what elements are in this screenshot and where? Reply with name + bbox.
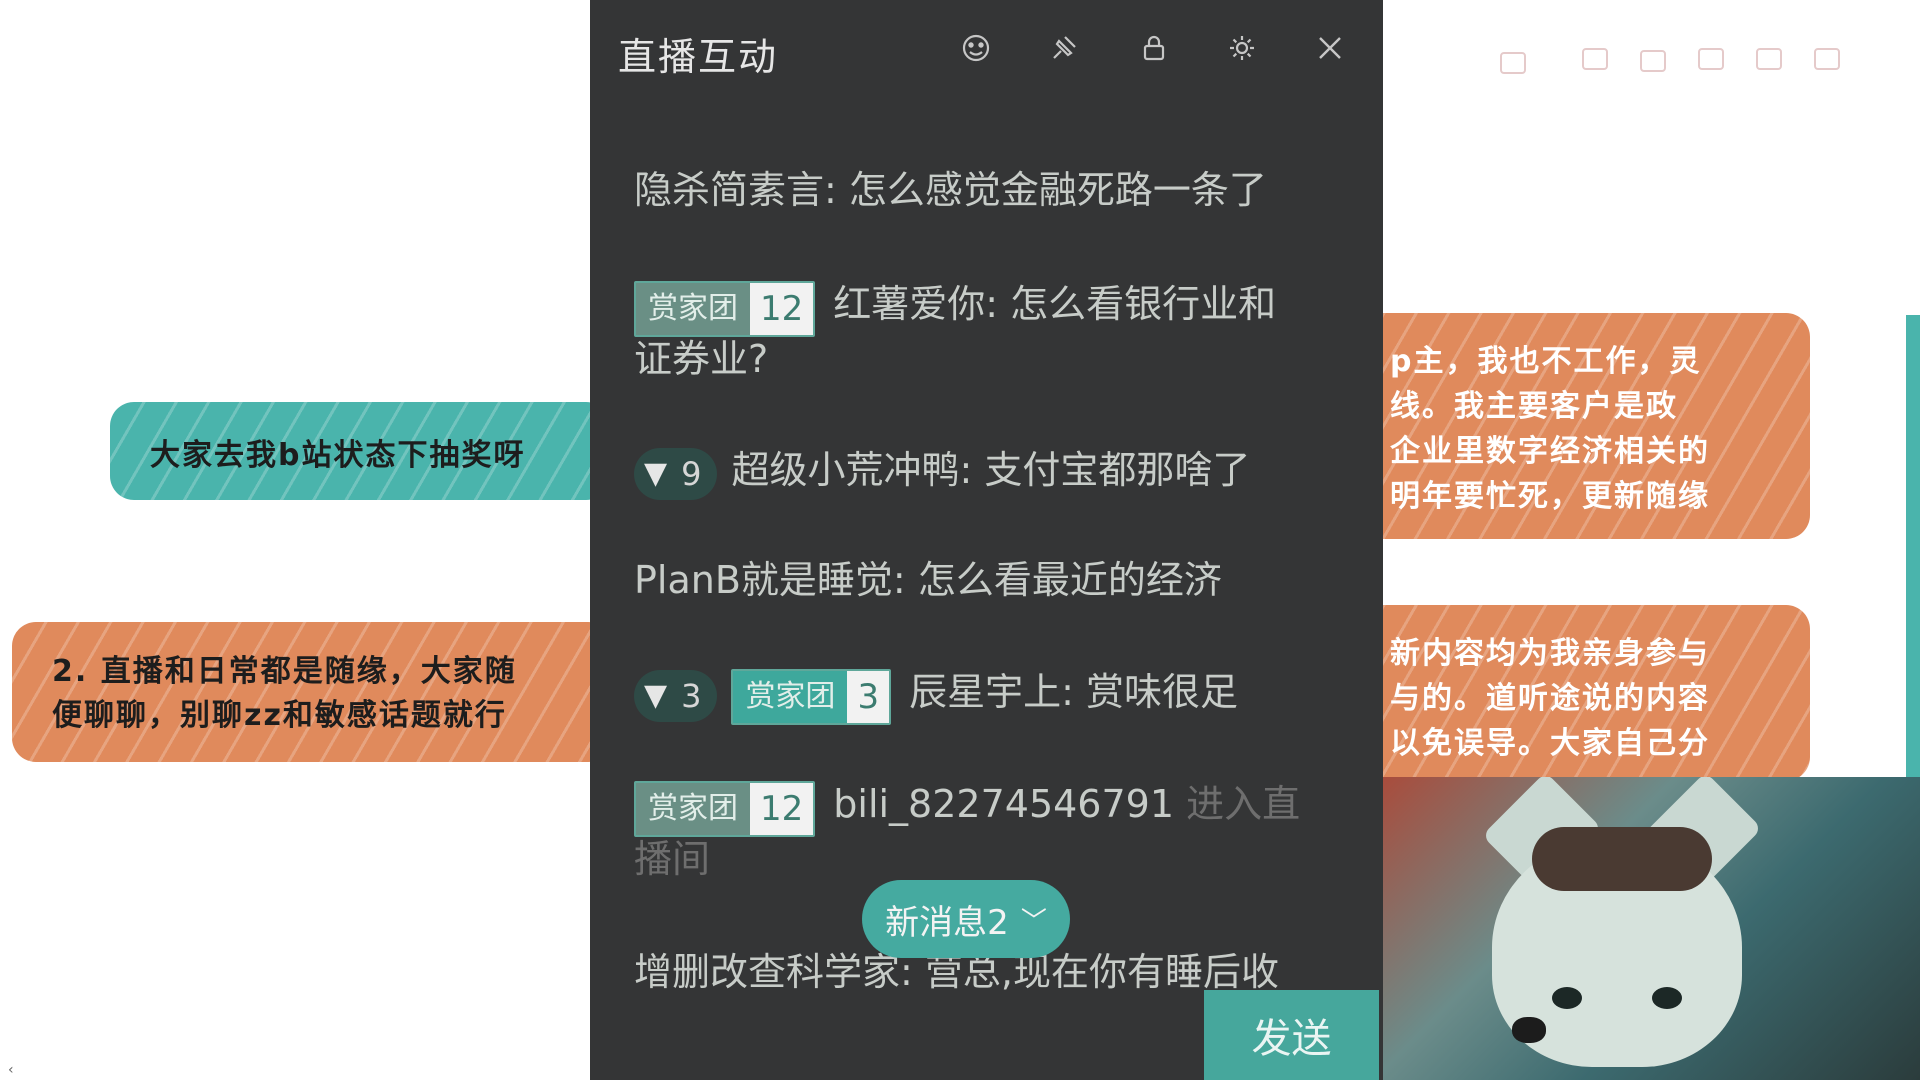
faint-icon [1698, 48, 1724, 70]
panel-title: 直播互动 [618, 35, 779, 79]
settings-icon[interactable] [1222, 28, 1262, 68]
emoji-face-icon[interactable] [956, 28, 996, 68]
chevron-down-icon: ▼ [644, 456, 668, 491]
avatar-eye [1552, 987, 1582, 1009]
avatar-eye [1652, 987, 1682, 1009]
fan-medal[interactable]: 赏家团 12 [634, 780, 816, 837]
guard-level: 3 [681, 677, 702, 715]
message-username[interactable]: bili_82274546791 [833, 782, 1174, 826]
message-text: 怎么感觉金融死路一条了 [848, 168, 1267, 212]
chat-message: ▼ 3 赏家团 3 辰星宇上: 赏味很足 [634, 666, 1334, 725]
faint-icon [1756, 48, 1782, 70]
message-colon: : [985, 282, 1011, 326]
message-username[interactable]: PlanB就是睡觉 [634, 558, 893, 602]
faint-icon [1582, 48, 1608, 70]
message-text-cont: 证券业? [634, 336, 769, 381]
live-interaction-panel: 直播互动 隐杀简素言: 怎么感觉金融死路一条了 赏家团 12 红薯爱你: 怎么看… [590, 0, 1383, 1080]
about-note-line4: 明年要忙死，更新随缘 [1390, 479, 1710, 514]
send-button[interactable]: 发送 [1204, 990, 1379, 1080]
faint-icon [1640, 50, 1666, 72]
message-username[interactable]: 隐杀简素言 [634, 168, 824, 212]
close-icon[interactable] [1310, 28, 1350, 68]
about-note-line2: 线。我主要客户是政 [1390, 389, 1678, 424]
rules-note-line1: 2. 直播和日常都是随缘，大家随 [52, 654, 517, 689]
fan-medal-box: 赏家团 3 [731, 668, 892, 725]
avatar-nose [1512, 1017, 1546, 1043]
faint-icon [1814, 48, 1840, 70]
stream-toolbar-faint [1500, 36, 1880, 106]
send-label: 发送 [1251, 1016, 1332, 1062]
message-colon: : [824, 168, 849, 212]
message-text: 支付宝都那啥了 [984, 448, 1251, 492]
guard-badge[interactable]: ▼ 9 [634, 448, 718, 500]
rules-note: 2. 直播和日常都是随缘，大家随 便聊聊，别聊zz和敏感话题就行 [12, 622, 612, 762]
guard-badge[interactable]: ▼ 3 [634, 670, 718, 722]
fan-medal-level: 12 [750, 782, 814, 835]
fan-medal[interactable]: 赏家团 3 [731, 668, 892, 725]
pin-icon[interactable] [1044, 28, 1084, 68]
system-text-cont: 播间 [634, 836, 711, 881]
disclaimer-note-line1: 新内容均为我亲身参与 [1390, 636, 1710, 671]
message-username[interactable]: 增删改查科学家 [634, 950, 900, 994]
message-username[interactable]: 辰星宇上 [909, 670, 1061, 714]
message-colon: : [1061, 670, 1086, 714]
system-text: 进入直 [1186, 782, 1301, 826]
fan-medal-name: 赏家团 [636, 282, 750, 335]
chat-message: 赏家团 12 bili_82274546791 进入直 播间 [634, 778, 1334, 885]
guard-level: 9 [681, 455, 702, 493]
about-note: p主，我也不工作，灵 线。我主要客户是政 企业里数字经济相关的 明年要忙死，更新… [1350, 313, 1810, 539]
lock-icon[interactable] [1134, 28, 1174, 68]
chat-message: ▼ 9 超级小荒冲鸭: 支付宝都那啥了 [634, 444, 1334, 500]
disclaimer-note-line2: 与的。道听途说的内容 [1390, 681, 1710, 716]
about-note-line3: 企业里数字经济相关的 [1390, 434, 1710, 469]
chevron-down-icon: ▼ [644, 678, 668, 713]
new-messages-label: 新消息2 [885, 902, 1009, 943]
fan-medal-name: 赏家团 [733, 670, 848, 723]
rules-note-line2: 便聊聊，别聊zz和敏感话题就行 [52, 698, 507, 733]
fan-medal-level: 3 [847, 670, 890, 723]
about-note-line1: p主，我也不工作，灵 [1390, 344, 1702, 379]
message-username[interactable]: 超级小荒冲鸭 [731, 448, 959, 492]
right-edge-strip [1906, 315, 1920, 800]
message-colon: : [892, 558, 918, 602]
chevron-left-icon: ‹ [8, 1062, 14, 1078]
message-text: 赏味很足 [1085, 670, 1238, 714]
new-messages-button[interactable]: 新消息2 ﹀ [862, 880, 1070, 958]
faint-icon [1500, 52, 1526, 74]
message-username[interactable]: 红薯爱你 [833, 282, 985, 326]
fan-medal-box: 赏家团 12 [634, 280, 816, 337]
avatar-goggles [1532, 827, 1712, 891]
chat-message: 赏家团 12 红薯爱你: 怎么看银行业和 证券业? [634, 278, 1334, 385]
message-text: 怎么看银行业和 [1010, 282, 1277, 326]
webcam-avatar [1382, 777, 1920, 1080]
message-text: 怎么看最近的经济 [917, 558, 1222, 602]
fan-medal-level: 12 [750, 282, 814, 335]
lottery-note-text: 大家去我b站状态下抽奖呀 [150, 438, 526, 473]
message-colon: : [959, 448, 985, 492]
chat-message: 隐杀简素言: 怎么感觉金融死路一条了 [634, 164, 1334, 216]
fan-medal-box: 赏家团 12 [634, 780, 816, 837]
fan-medal[interactable]: 赏家团 12 [634, 280, 816, 337]
chevron-down-icon: ﹀ [1020, 906, 1047, 937]
disclaimer-note-line3: 以免误导。大家自己分 [1390, 726, 1710, 761]
panel-header: 直播互动 [590, 0, 1383, 100]
lottery-note: 大家去我b站状态下抽奖呀 [110, 402, 610, 500]
disclaimer-note: 新内容均为我亲身参与 与的。道听途说的内容 以免误导。大家自己分 [1350, 605, 1810, 781]
chat-message: PlanB就是睡觉: 怎么看最近的经济 [634, 554, 1334, 606]
fan-medal-name: 赏家团 [636, 782, 750, 835]
